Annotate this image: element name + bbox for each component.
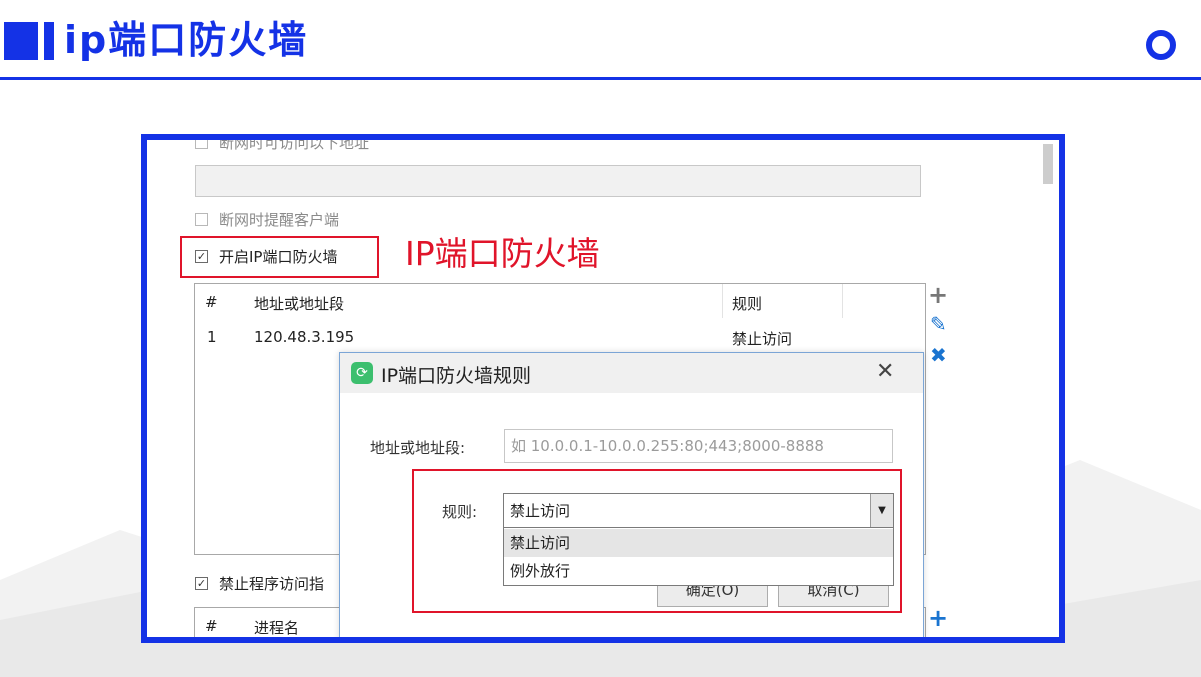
add-program-icon[interactable]: +: [928, 606, 948, 630]
dialog-titlebar: ⟳ IP端口防火墙规则 ✕: [340, 353, 923, 393]
block-program-label: 禁止程序访问指: [219, 575, 325, 593]
rule-select[interactable]: 禁止访问 ▼: [503, 493, 894, 528]
remind-client-checkbox[interactable]: [195, 213, 208, 226]
edit-icon[interactable]: ✎: [930, 312, 947, 336]
dialog-title: IP端口防火墙规则: [381, 365, 532, 387]
checkmark-icon: ✓: [196, 577, 207, 590]
remind-client-label: 断网时提醒客户端: [219, 211, 340, 229]
block-program-checkbox[interactable]: ✓: [195, 577, 208, 590]
rule-dropdown-list: 禁止访问 例外放行: [503, 527, 894, 586]
app-logo-icon: ⟳: [351, 362, 373, 384]
truncated-option-label: 断网时可访问以下地址: [219, 134, 370, 152]
row-rule: 禁止访问: [732, 330, 793, 348]
rule-label: 规则:: [442, 503, 478, 521]
scrollbar-thumb[interactable]: [1043, 144, 1053, 184]
title-accent-square: [4, 22, 38, 60]
dropdown-arrow-icon[interactable]: ▼: [870, 494, 893, 527]
truncated-option-checkbox[interactable]: [195, 140, 208, 149]
rule-option-allow[interactable]: 例外放行: [504, 557, 893, 585]
annotation-label: IP端口防火墙: [405, 234, 600, 273]
ring-icon: [1146, 30, 1176, 60]
enable-firewall-checkbox[interactable]: ✓: [195, 250, 208, 263]
enable-firewall-label: 开启IP端口防火墙: [219, 248, 338, 266]
screenshot-frame: 断网时可访问以下地址 断网时提醒客户端 ✓ 开启IP端口防火墙 IP端口防火墙 …: [141, 134, 1065, 643]
column-header-process: 进程名: [254, 619, 300, 637]
title-accent-bar: [44, 22, 54, 60]
column-header-address: 地址或地址段: [254, 295, 345, 313]
checkmark-icon: ✓: [196, 250, 207, 263]
title-underline: [0, 77, 1201, 80]
column-header-index: #: [205, 617, 218, 635]
row-address: 120.48.3.195: [254, 328, 355, 346]
address-label: 地址或地址段:: [370, 439, 466, 457]
row-index: 1: [207, 328, 217, 346]
add-icon[interactable]: +: [928, 283, 948, 307]
column-divider: [722, 284, 723, 318]
delete-icon[interactable]: ✖: [930, 343, 947, 367]
rule-select-value: 禁止访问: [510, 502, 571, 520]
rule-option-block[interactable]: 禁止访问: [504, 529, 893, 557]
column-header-rule: 规则: [732, 295, 763, 313]
address-input[interactable]: [504, 429, 893, 463]
column-divider: [842, 284, 843, 318]
address-list-textbox: [195, 165, 921, 197]
firewall-rule-dialog: ⟳ IP端口防火墙规则 ✕ 地址或地址段: 规则: 禁止访问 ▼ 确定(O) 取…: [339, 352, 924, 637]
column-header-index: #: [205, 293, 218, 311]
settings-panel: 断网时可访问以下地址 断网时提醒客户端 ✓ 开启IP端口防火墙 IP端口防火墙 …: [147, 140, 1059, 637]
slide-title: ip端口防火墙: [64, 18, 309, 62]
close-icon[interactable]: ✕: [876, 359, 894, 385]
